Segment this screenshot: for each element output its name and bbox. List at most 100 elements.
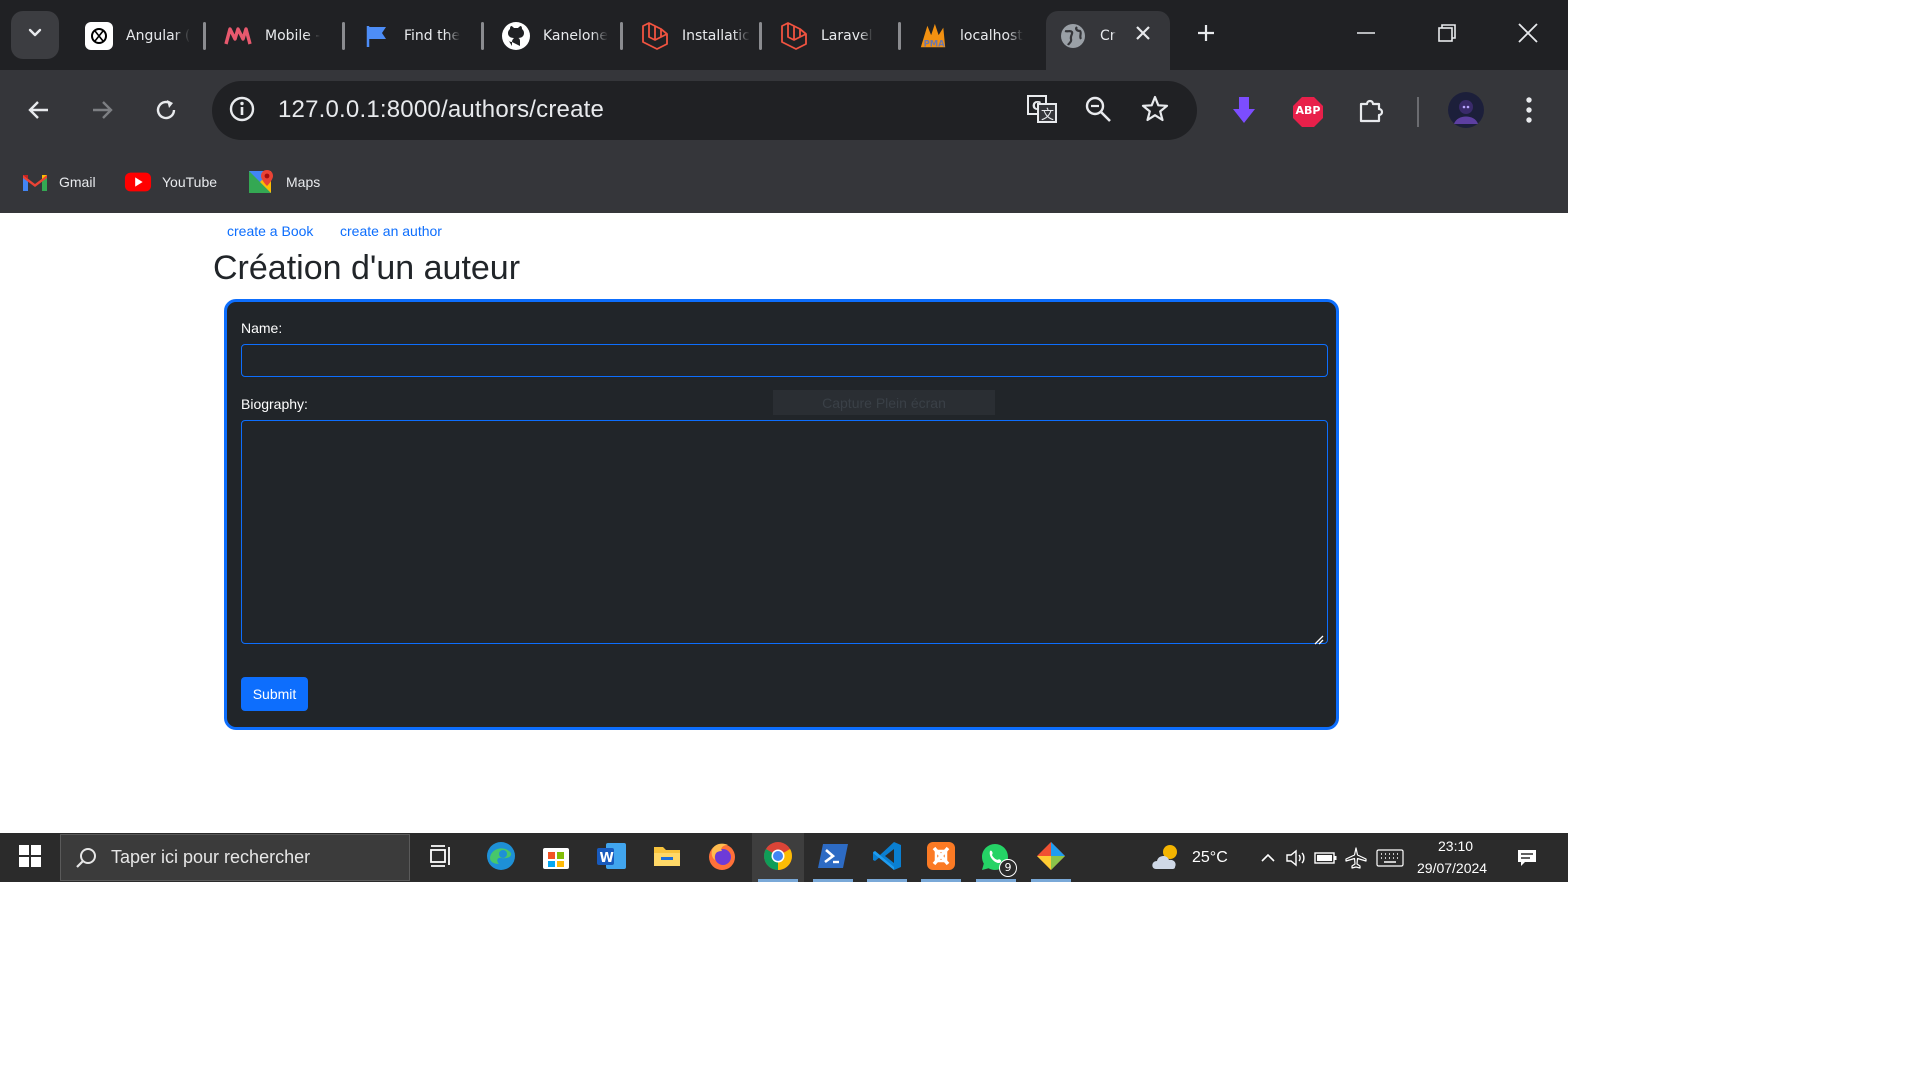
star-icon [1141, 95, 1169, 127]
notifications-icon[interactable] [1515, 846, 1539, 870]
new-tab-button[interactable] [1188, 17, 1224, 53]
taskbar-edge[interactable] [475, 833, 527, 882]
weather-cloud-icon[interactable] [1150, 841, 1186, 873]
kebab-menu-icon [1525, 96, 1533, 128]
zoom-out-icon [1084, 95, 1112, 127]
taskbar: Taper ici pour rechercher W 9 25°C 23:10… [0, 833, 1568, 882]
git-icon [1035, 840, 1067, 876]
taskbar-word[interactable]: W [586, 833, 638, 882]
clock-time[interactable]: 23:10 [1438, 838, 1473, 854]
tab-title: Find the [404, 28, 461, 44]
bookmark-label: Gmail [59, 174, 96, 190]
puzzle-icon [1357, 95, 1387, 129]
reload-button[interactable] [144, 90, 188, 134]
xampp-icon [926, 841, 956, 875]
bookmark-gmail[interactable]: Gmail [21, 164, 96, 200]
adblock-icon: ABP [1292, 96, 1324, 128]
svg-text:W: W [600, 851, 614, 866]
firefox-icon [706, 840, 738, 876]
taskbar-vscode[interactable] [861, 833, 913, 882]
avatar [1448, 92, 1484, 132]
tab-find-the[interactable]: Find the [362, 14, 484, 58]
taskbar-search-box[interactable]: Taper ici pour rechercher [60, 834, 410, 881]
tab-laravel[interactable]: Laravel [779, 14, 901, 58]
taskbar-firefox[interactable] [696, 833, 748, 882]
tab-close-button[interactable] [1125, 17, 1161, 53]
search-placeholder: Taper ici pour rechercher [111, 847, 311, 867]
close-icon [1135, 25, 1151, 45]
taskbar-chrome[interactable] [752, 833, 804, 882]
tab-title: Cr [1100, 28, 1116, 44]
tab-localhost[interactable]: PMA localhost [918, 14, 1040, 58]
page-title: Création d'un auteur [213, 249, 521, 287]
zoom-button[interactable] [1079, 92, 1117, 130]
gmail-icon [21, 168, 49, 196]
tab-angular[interactable]: Angular ( [84, 14, 206, 58]
flag-icon [362, 21, 392, 51]
address-bar[interactable]: 127.0.0.1:8000/authors/create G文 [212, 81, 1197, 140]
tab-installation[interactable]: Installatic [640, 14, 762, 58]
resize-handle-icon[interactable] [1314, 630, 1324, 645]
download-arrow-icon [1232, 95, 1256, 129]
bookmarks-bar: Gmail YouTube Maps [0, 154, 1568, 213]
restore-button[interactable] [1429, 17, 1465, 53]
tab-title: Laravel [821, 28, 873, 44]
plus-icon [1196, 23, 1216, 47]
weather-temperature[interactable]: 25°C [1192, 849, 1228, 867]
folder-icon [652, 843, 682, 873]
taskbar-store[interactable] [530, 833, 582, 882]
speaker-icon[interactable] [1284, 846, 1308, 870]
taskbar-powershell[interactable] [807, 833, 859, 882]
tab-separator [620, 22, 623, 50]
task-view-icon [429, 844, 453, 871]
laravel-icon [779, 21, 809, 51]
taskbar-git[interactable] [1025, 833, 1077, 882]
tab-mobile[interactable]: Mobile - [223, 14, 345, 58]
tab-search-button[interactable] [11, 11, 59, 59]
task-view-button[interactable] [415, 833, 467, 882]
bookmark-youtube[interactable]: YouTube [124, 164, 217, 200]
taskbar-whatsapp[interactable]: 9 [970, 833, 1022, 882]
vscode-icon [871, 840, 903, 876]
back-button[interactable] [17, 90, 61, 134]
biography-textarea[interactable] [241, 420, 1328, 645]
taskbar-file-explorer[interactable] [641, 833, 693, 882]
reload-icon [154, 98, 178, 126]
phpmyadmin-icon: PMA [918, 21, 948, 51]
submit-button[interactable]: Submit [241, 677, 308, 711]
translate-button[interactable]: G文 [1023, 92, 1061, 130]
forward-button[interactable] [80, 90, 124, 134]
airplane-mode-icon[interactable] [1344, 846, 1368, 870]
bookmark-star-button[interactable] [1136, 92, 1174, 130]
arrow-left-icon [27, 98, 51, 126]
bookmark-label: YouTube [162, 174, 218, 190]
tab-title: Installatic [682, 28, 750, 44]
extensions-button[interactable] [1350, 90, 1394, 134]
name-input[interactable] [241, 344, 1328, 377]
minimize-button[interactable] [1348, 17, 1384, 53]
tab-create-author[interactable]: Cr [1058, 14, 1118, 58]
start-button[interactable] [8, 833, 52, 882]
taskbar-xampp[interactable] [915, 833, 967, 882]
clock-date[interactable]: 29/07/2024 [1417, 860, 1487, 876]
download-extension-button[interactable] [1222, 90, 1266, 134]
keyboard-icon[interactable] [1376, 846, 1404, 870]
site-info-button[interactable] [223, 92, 261, 130]
browser-menu-button[interactable] [1507, 90, 1551, 134]
svg-text:PMA: PMA [924, 38, 946, 48]
windows-logo-icon [19, 844, 41, 871]
battery-icon[interactable] [1314, 846, 1338, 870]
restore-icon [1437, 23, 1457, 47]
page-content: create a Book create an author Création … [0, 213, 1568, 833]
tab-kanelone[interactable]: Kanelone [501, 14, 623, 58]
tab-title: localhost [960, 28, 1023, 44]
create-author-link[interactable]: create an author [340, 223, 442, 239]
bookmark-maps[interactable]: Maps [248, 164, 320, 200]
adblock-plus-button[interactable]: ABP [1286, 90, 1330, 134]
profile-button[interactable] [1444, 90, 1488, 134]
globe-icon [1058, 21, 1088, 51]
create-book-link[interactable]: create a Book [227, 223, 313, 239]
github-icon [501, 21, 531, 51]
window-close-button[interactable] [1510, 17, 1546, 53]
chevron-up-icon[interactable] [1256, 846, 1280, 870]
